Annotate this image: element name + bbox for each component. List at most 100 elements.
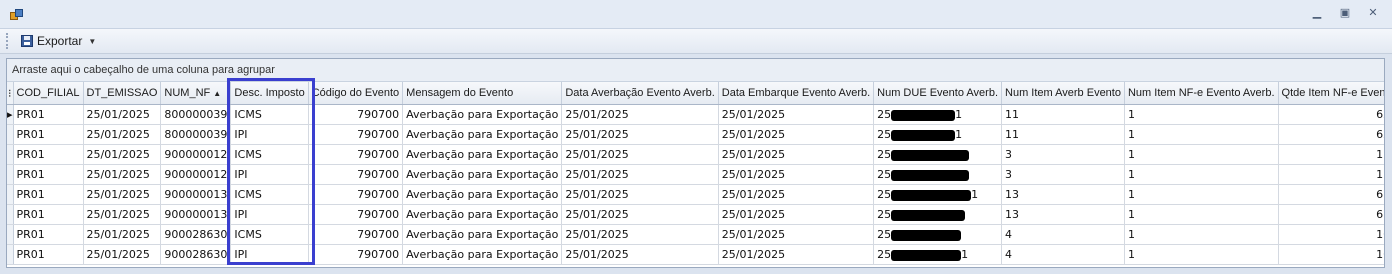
column-header-cod-filial[interactable]: COD_FILIAL — [13, 82, 84, 105]
cell-num-due[interactable]: 25 — [873, 164, 1003, 185]
cell-mensagem-evento[interactable]: Averbação para Exportação — [402, 204, 563, 225]
cell-num-item-averb[interactable]: 11 — [1001, 124, 1125, 145]
cell-data-averbacao[interactable]: 25/01/2025 — [561, 224, 719, 245]
cell-data-averbacao[interactable]: 25/01/2025 — [561, 164, 719, 185]
cell-qtde-item-nfe[interactable]: 174,7600 — [1278, 164, 1384, 185]
cell-qtde-item-nfe[interactable]: 616,4000 — [1278, 184, 1384, 205]
toolbar-grip[interactable] — [6, 33, 10, 49]
cell-num-nf[interactable]: 900000012 — [160, 164, 232, 185]
cell-codigo-evento[interactable]: 790700 — [308, 184, 404, 205]
cell-num-item-averb[interactable]: 11 — [1001, 104, 1125, 125]
cell-num-due[interactable]: 25 — [873, 204, 1003, 225]
cell-dt-emissao[interactable]: 25/01/2025 — [83, 244, 162, 265]
cell-cod-filial[interactable]: PR01 — [13, 104, 84, 125]
export-button[interactable]: Exportar ▼ — [18, 32, 99, 50]
cell-desc-imposto[interactable]: ICMS — [230, 224, 309, 245]
cell-num-item-averb[interactable]: 3 — [1001, 164, 1125, 185]
cell-cod-filial[interactable]: PR01 — [13, 144, 84, 165]
cell-num-item-averb[interactable]: 3 — [1001, 144, 1125, 165]
cell-qtde-item-nfe[interactable]: 621,4800 — [1278, 104, 1384, 125]
cell-data-embarque[interactable]: 25/01/2025 — [718, 124, 875, 145]
cell-num-nf[interactable]: 900000013 — [160, 184, 232, 205]
restore-icon[interactable]: ▣ — [1336, 6, 1354, 20]
cell-num-item-averb[interactable]: 13 — [1001, 204, 1125, 225]
column-header-num-item-nf-e-evento-averb-[interactable]: Num Item NF-e Evento Averb. — [1124, 82, 1279, 105]
cell-num-item-nfe[interactable]: 1 — [1124, 164, 1279, 185]
cell-data-averbacao[interactable]: 25/01/2025 — [561, 144, 719, 165]
cell-desc-imposto[interactable]: ICMS — [230, 144, 309, 165]
cell-data-averbacao[interactable]: 25/01/2025 — [561, 184, 719, 205]
cell-num-item-nfe[interactable]: 1 — [1124, 104, 1279, 125]
cell-data-embarque[interactable]: 25/01/2025 — [718, 204, 875, 225]
table-row[interactable]: PR01 25/01/2025 900028630 ICMS 790700 Averbaç… — [7, 224, 1384, 245]
cell-mensagem-evento[interactable]: Averbação para Exportação — [402, 164, 563, 185]
cell-desc-imposto[interactable]: ICMS — [230, 184, 309, 205]
cell-data-embarque[interactable]: 25/01/2025 — [718, 144, 875, 165]
cell-mensagem-evento[interactable]: Averbação para Exportação — [402, 184, 563, 205]
cell-desc-imposto[interactable]: ICMS — [230, 104, 309, 125]
cell-num-item-nfe[interactable]: 1 — [1124, 224, 1279, 245]
cell-desc-imposto[interactable]: IPI — [230, 164, 309, 185]
cell-codigo-evento[interactable]: 790700 — [308, 144, 404, 165]
column-header-data-embarque-evento-averb-[interactable]: Data Embarque Evento Averb. — [718, 82, 875, 105]
cell-num-item-nfe[interactable]: 1 — [1124, 124, 1279, 145]
cell-num-item-nfe[interactable]: 1 — [1124, 144, 1279, 165]
cell-num-due[interactable]: 25 1 — [873, 104, 1003, 125]
column-header-dt-emissao[interactable]: DT_EMISSAO — [83, 82, 162, 105]
cell-num-nf[interactable]: 900028630 — [160, 244, 232, 265]
table-row[interactable]: PR01 25/01/2025 900028630 IPI 790700 Averbaçã… — [7, 244, 1384, 265]
column-header-desc-imposto[interactable]: Desc. Imposto — [230, 82, 309, 105]
cell-data-averbacao[interactable]: 25/01/2025 — [561, 104, 719, 125]
column-header-qtde-item-nf-e-evento-averb-[interactable]: Qtde Item NF-e Evento Averb. — [1278, 82, 1384, 105]
table-row[interactable]: PR01 25/01/2025 900000012 IPI 790700 Averbaçã… — [7, 164, 1384, 185]
cell-data-averbacao[interactable]: 25/01/2025 — [561, 204, 719, 225]
cell-codigo-evento[interactable]: 790700 — [308, 244, 404, 265]
cell-desc-imposto[interactable]: IPI — [230, 244, 309, 265]
cell-num-due[interactable]: 25 1 — [873, 244, 1003, 265]
cell-num-item-nfe[interactable]: 1 — [1124, 184, 1279, 205]
group-panel[interactable]: Arraste aqui o cabeçalho de uma coluna p… — [7, 59, 1384, 82]
cell-num-nf[interactable]: 800000039 — [160, 124, 232, 145]
cell-codigo-evento[interactable]: 790700 — [308, 104, 404, 125]
cell-mensagem-evento[interactable]: Averbação para Exportação — [402, 244, 563, 265]
cell-num-nf[interactable]: 900028630 — [160, 224, 232, 245]
column-header-num-item-averb-evento[interactable]: Num Item Averb Evento — [1001, 82, 1125, 105]
table-row[interactable]: PR01 25/01/2025 900000012 ICMS 790700 Averbaç… — [7, 144, 1384, 165]
cell-dt-emissao[interactable]: 25/01/2025 — [83, 184, 162, 205]
cell-num-item-nfe[interactable]: 1 — [1124, 204, 1279, 225]
cell-cod-filial[interactable]: PR01 — [13, 244, 84, 265]
cell-dt-emissao[interactable]: 25/01/2025 — [83, 224, 162, 245]
table-row[interactable]: PR01 25/01/2025 800000039 IPI 790700 Averbaçã… — [7, 124, 1384, 145]
cell-num-nf[interactable]: 800000039 — [160, 104, 232, 125]
cell-data-embarque[interactable]: 25/01/2025 — [718, 244, 875, 265]
cell-num-due[interactable]: 25 1 — [873, 184, 1003, 205]
cell-num-item-nfe[interactable]: 1 — [1124, 244, 1279, 265]
cell-qtde-item-nfe[interactable]: 168,3300 — [1278, 244, 1384, 265]
column-header-c-digo-do-evento[interactable]: Código do Evento — [308, 82, 404, 105]
cell-mensagem-evento[interactable]: Averbação para Exportação — [402, 104, 563, 125]
cell-qtde-item-nfe[interactable]: 621,4800 — [1278, 124, 1384, 145]
cell-mensagem-evento[interactable]: Averbação para Exportação — [402, 224, 563, 245]
cell-cod-filial[interactable]: PR01 — [13, 164, 84, 185]
cell-data-embarque[interactable]: 25/01/2025 — [718, 164, 875, 185]
minimize-icon[interactable]: ▁ — [1308, 6, 1326, 20]
column-header-mensagem-do-evento[interactable]: Mensagem do Evento — [402, 82, 563, 105]
cell-num-nf[interactable]: 900000012 — [160, 144, 232, 165]
cell-num-due[interactable]: 25 — [873, 144, 1003, 165]
cell-cod-filial[interactable]: PR01 — [13, 184, 84, 205]
cell-dt-emissao[interactable]: 25/01/2025 — [83, 104, 162, 125]
table-row[interactable]: ▸ PR01 25/01/2025 800000039 ICMS 790700 Averba… — [7, 104, 1384, 125]
cell-cod-filial[interactable]: PR01 — [13, 204, 84, 225]
cell-codigo-evento[interactable]: 790700 — [308, 124, 404, 145]
close-icon[interactable]: ✕ — [1364, 6, 1382, 20]
cell-dt-emissao[interactable]: 25/01/2025 — [83, 164, 162, 185]
cell-dt-emissao[interactable]: 25/01/2025 — [83, 204, 162, 225]
cell-data-embarque[interactable]: 25/01/2025 — [718, 224, 875, 245]
cell-codigo-evento[interactable]: 790700 — [308, 164, 404, 185]
cell-qtde-item-nfe[interactable]: 174,7600 — [1278, 144, 1384, 165]
cell-dt-emissao[interactable]: 25/01/2025 — [83, 144, 162, 165]
cell-cod-filial[interactable]: PR01 — [13, 224, 84, 245]
cell-codigo-evento[interactable]: 790700 — [308, 224, 404, 245]
cell-num-item-averb[interactable]: 13 — [1001, 184, 1125, 205]
cell-codigo-evento[interactable]: 790700 — [308, 204, 404, 225]
